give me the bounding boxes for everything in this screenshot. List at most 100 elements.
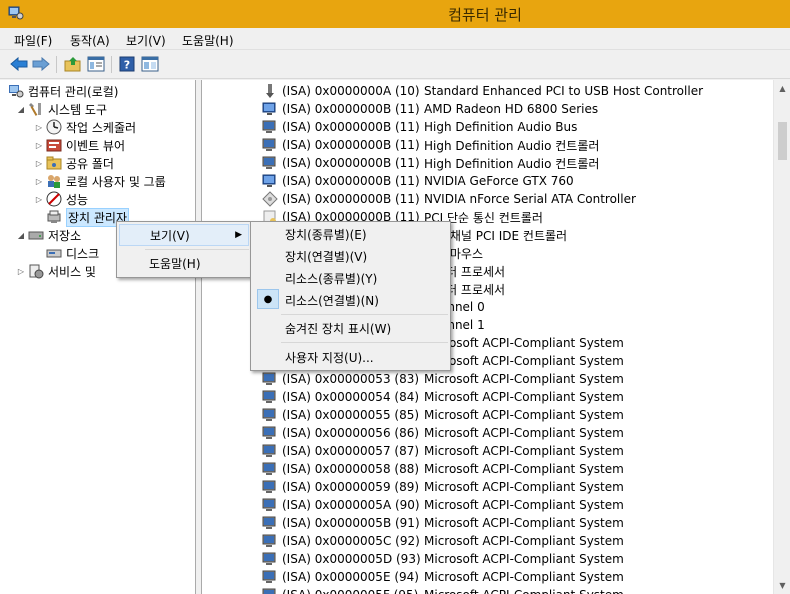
device-row[interactable]: (ISA) 0x0000005D (93) Microsoft ACPI-Comp… [262,550,624,568]
device-row[interactable]: (ISA) 0x0000000B (11) AMD Radeon HD 6800 … [262,100,598,118]
toolbar-separator [111,56,112,73]
device-row[interactable]: (ISA) 0x0000005F (95)Microsoft ACPI-Comp… [262,586,624,594]
device-row[interactable]: (ISA) 0x00000055 (85) Microsoft ACPI-Comp… [262,406,624,424]
device-row[interactable]: (ISA) 0x00000056 (86) Microsoft ACPI-Comp… [262,424,624,442]
system-device-icon [262,137,278,153]
menu-view[interactable]: 보기(V) [126,32,166,49]
tree-item-task-scheduler[interactable]: ▷ 작업 스케줄러 [34,118,136,136]
tree-item-system-tools[interactable]: ◢ 시스템 도구 [16,100,107,118]
event-viewer-icon [46,139,62,152]
device-row[interactable]: (ISA) 0x00000053 (83) Microsoft ACPI-Comp… [262,370,624,388]
system-device-icon [262,119,278,135]
scroll-down-icon[interactable]: ▼ [774,577,790,594]
device-name: High Definition Audio 컨트롤러 [424,138,600,153]
collapse-arrow-icon[interactable]: ◢ [16,231,26,240]
menu-item-label: 리소스(연결별)(N) [285,293,379,308]
device-name: Standard Enhanced PCI to USB Host Contro… [424,84,704,98]
clock-icon [46,119,62,135]
device-name: Microsoft ACPI-Compliant System [424,498,624,512]
device-row[interactable]: (ISA) 0x0000000A (10) Standard Enhanced P… [262,82,703,100]
device-row[interactable]: (ISA) 0x00000057 (87) Microsoft ACPI-Comp… [262,442,624,460]
device-resource: (ISA) 0x0000005F (95) [282,588,424,594]
submenu-resources-by-type[interactable]: 리소스(종류별)(Y) [253,267,448,289]
submenu-arrow-icon: ▶ [235,230,242,240]
system-device-icon [262,389,278,405]
back-button[interactable] [9,54,29,74]
system-device-icon [262,551,278,567]
tree-item-local-users[interactable]: ▷ 로컬 사용자 및 그룹 [34,172,166,190]
submenu-devices-by-connection[interactable]: 장치(연결별)(V) [253,245,448,267]
menu-help[interactable]: 도움말(H) [182,32,234,49]
device-name: AMD Radeon HD 6800 Series [424,102,599,116]
tree-item-label: 저장소 [48,228,82,243]
submenu-devices-by-type[interactable]: 장치(종류별)(E) [253,223,448,245]
expand-arrow-icon[interactable]: ▷ [34,123,44,132]
system-device-icon [262,569,278,585]
device-resource: (ISA) 0x00000053 (83) [282,372,420,386]
scroll-thumb[interactable] [778,122,787,160]
device-row[interactable]: (ISA) 0x00000059 (89) Microsoft ACPI-Comp… [262,478,624,496]
system-device-icon [262,155,278,171]
menu-action[interactable]: 동작(A) [70,32,110,49]
tree-item-shared-folders[interactable]: ▷ 공유 폴더 [34,154,114,172]
menu-bar: 파일(F) 동작(A) 보기(V) 도움말(H) [0,28,790,50]
device-row[interactable]: (ISA) 0x0000005A (90) Microsoft ACPI-Comp… [262,496,624,514]
tree-item-services[interactable]: ▷ 서비스 및 [16,262,96,280]
context-menu-view[interactable]: 보기(V) ▶ [119,224,249,246]
title-bar: 컴퓨터 관리 [0,0,790,28]
device-name: Microsoft ACPI-Compliant System [424,372,624,386]
device-row[interactable]: (ISA) 0x0000005C (92) Microsoft ACPI-Comp… [262,532,624,550]
help-button[interactable]: ? [117,54,137,74]
menu-file[interactable]: 파일(F) [14,32,52,49]
menu-item-label: 사용자 지정(U)... [285,350,374,365]
tools-icon [29,103,41,116]
submenu-resources-by-connection[interactable]: ● 리소스(연결별)(N) [253,289,448,311]
device-resource: (ISA) 0x0000000B (11) [282,102,420,116]
device-resource: (ISA) 0x0000005B (91) [282,516,420,530]
system-device-icon [262,479,278,495]
submenu-customize[interactable]: 사용자 지정(U)... [253,346,448,368]
device-resource: (ISA) 0x0000000B (11) [282,174,420,188]
system-device-icon [262,425,278,441]
device-name: Microsoft ACPI-Compliant System [424,462,624,476]
device-row[interactable]: (ISA) 0x0000005E (94) Microsoft ACPI-Comp… [262,568,624,586]
vertical-scrollbar[interactable]: ▲ ▼ [773,80,790,594]
expand-arrow-icon[interactable]: ▷ [34,177,44,186]
device-name: High Definition Audio Bus [424,120,578,134]
device-row[interactable]: (ISA) 0x0000000B (11) High Definition Aud… [262,154,599,172]
expand-arrow-icon[interactable]: ▷ [34,141,44,150]
device-row[interactable]: (ISA) 0x0000000B (11) NVIDIA GeForce GTX … [262,172,574,190]
expand-arrow-icon[interactable]: ▷ [34,195,44,204]
view-submenu: 장치(종류별)(E) 장치(연결별)(V) 리소스(종류별)(Y) ● 리소스(… [250,221,451,371]
device-name: Microsoft ACPI-Compliant System [424,480,624,494]
collapse-arrow-icon[interactable]: ◢ [16,105,26,114]
device-row[interactable]: (ISA) 0x0000005B (91) Microsoft ACPI-Comp… [262,514,624,532]
show-hide-tree-button[interactable] [86,54,106,74]
context-menu: 보기(V) ▶ 도움말(H) [116,221,252,278]
tree-item-disk-management[interactable]: 디스크 [46,244,99,262]
device-name: Microsoft ACPI-Compliant System [424,336,624,350]
device-row[interactable]: (ISA) 0x0000000B (11) High Definition Aud… [262,136,599,154]
expand-arrow-icon[interactable]: ▷ [34,159,44,168]
device-row[interactable]: (ISA) 0x00000054 (84) Microsoft ACPI-Comp… [262,388,624,406]
console-tree: 컴퓨터 관리(로컬) ◢ 시스템 도구 ▷ 작업 스케줄러 ▷ 이벤트 뷰어 ▷… [0,80,196,594]
menu-item-label: 장치(종류별)(E) [285,227,367,242]
svg-text:?: ? [124,59,130,72]
show-hide-tree-icon [87,56,105,72]
tree-item-event-viewer[interactable]: ▷ 이벤트 뷰어 [34,136,125,154]
forward-button[interactable] [31,54,51,74]
tree-item-storage[interactable]: ◢ 저장소 [16,226,81,244]
tree-item-label: 작업 스케줄러 [66,120,137,135]
context-menu-help[interactable]: 도움말(H) [119,252,249,274]
scroll-up-icon[interactable]: ▲ [774,80,790,97]
expand-arrow-icon[interactable]: ▷ [16,267,26,276]
up-button[interactable] [63,54,83,74]
up-folder-icon [64,57,81,72]
tree-item-root[interactable]: 컴퓨터 관리(로컬) [8,82,118,100]
tree-item-performance[interactable]: ▷ 성능 [34,190,88,208]
submenu-show-hidden-devices[interactable]: 숨겨진 장치 표시(W) [253,317,448,339]
device-row[interactable]: (ISA) 0x00000058 (88) Microsoft ACPI-Comp… [262,460,624,478]
properties-button[interactable] [140,54,160,74]
device-row[interactable]: (ISA) 0x0000000B (11) NVIDIA nForce Seria… [262,190,636,208]
device-row[interactable]: (ISA) 0x0000000B (11) High Definition Aud… [262,118,577,136]
